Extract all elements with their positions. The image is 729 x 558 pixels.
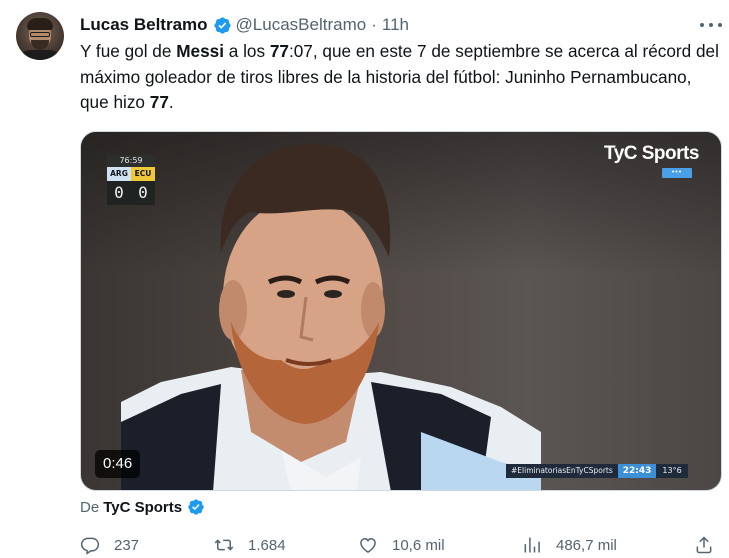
views-chart-icon: [524, 537, 540, 553]
ticker-temperature: 13°6: [656, 464, 688, 478]
reply-icon: [80, 537, 100, 555]
scoreboard-teams: ARG ECU: [107, 167, 155, 181]
avatar-glasses: [30, 32, 50, 37]
author-name[interactable]: Lucas Beltramo: [80, 15, 208, 35]
verified-badge-icon[interactable]: [213, 16, 232, 35]
more-options-icon[interactable]: [700, 16, 722, 34]
media-source: De TyC Sports: [80, 497, 209, 517]
avatar-shirt: [20, 50, 60, 60]
scoreboard-scores: 0 0: [107, 181, 155, 205]
scoreboard: 76:59 ARG ECU 0 0: [107, 155, 155, 205]
views-count: 486,7 mil: [556, 536, 617, 554]
share-button[interactable]: [694, 533, 714, 557]
avatar-hair: [27, 18, 53, 30]
avatar-beard: [31, 40, 49, 50]
player-image: [121, 143, 541, 490]
like-button[interactable]: 10,6 mil: [358, 533, 445, 557]
action-bar: 237 1.684 10,6 mil 486,7 mil: [80, 533, 720, 557]
tweet-timestamp[interactable]: 11h: [382, 15, 409, 35]
tweet-text-segment: .: [168, 92, 174, 112]
retweet-icon: [214, 539, 234, 551]
tweet-text-segment: Y fue gol de: [80, 41, 177, 61]
source-prefix: De: [80, 498, 100, 516]
ticker-clock: 22:43: [617, 464, 657, 478]
broadcast-ticker: #EliminatoriasEnTyCSports 22:43 13°6: [506, 464, 688, 478]
tweet-header: Lucas Beltramo @LucasBeltramo · 11h: [80, 14, 409, 36]
team-home: ARG: [107, 167, 131, 181]
header-separator: ·: [371, 15, 377, 34]
more-dot: [718, 23, 722, 27]
video-duration: 0:46: [95, 450, 141, 478]
tweet-video[interactable]: 76:59 ARG ECU 0 0 TyC Sports ••• 0:46 #E…: [80, 131, 722, 491]
broadcaster-logo-text: TyC Sports: [604, 143, 699, 164]
broadcaster-flag: •••: [662, 168, 692, 178]
more-dot: [700, 23, 704, 27]
broadcaster-logo: TyC Sports •••: [604, 143, 699, 183]
retweet-button[interactable]: 1.684: [214, 533, 286, 557]
team-away: ECU: [131, 167, 155, 181]
like-count: 10,6 mil: [392, 536, 445, 554]
reply-count: 237: [114, 536, 140, 554]
tweet-text-emphasis: 77: [269, 41, 289, 61]
scoreboard-clock: 76:59: [107, 155, 155, 167]
score-home: 0: [114, 183, 124, 202]
tweet-text-emphasis: Messi: [176, 41, 224, 61]
author-handle[interactable]: @LucasBeltramo: [236, 15, 367, 35]
tweet-card[interactable]: Lucas Beltramo @LucasBeltramo · 11h Y fu…: [0, 0, 729, 558]
tweet-text-segment: a los: [223, 41, 270, 61]
tweet-text-emphasis: 77: [149, 92, 169, 112]
reply-button[interactable]: 237: [80, 533, 139, 557]
heart-icon: [360, 537, 376, 553]
ticker-hashtag: #EliminatoriasEnTyCSports: [506, 464, 618, 478]
share-icon: [696, 536, 712, 554]
verified-badge-icon[interactable]: [187, 498, 205, 516]
score-away: 0: [138, 183, 148, 202]
views-button[interactable]: 486,7 mil: [522, 533, 617, 557]
source-name[interactable]: TyC Sports: [103, 499, 182, 516]
tweet-text: Y fue gol de Messi a los 77:07, que en e…: [80, 39, 720, 116]
more-dot: [709, 23, 713, 27]
retweet-count: 1.684: [248, 536, 286, 554]
avatar[interactable]: [16, 12, 64, 60]
